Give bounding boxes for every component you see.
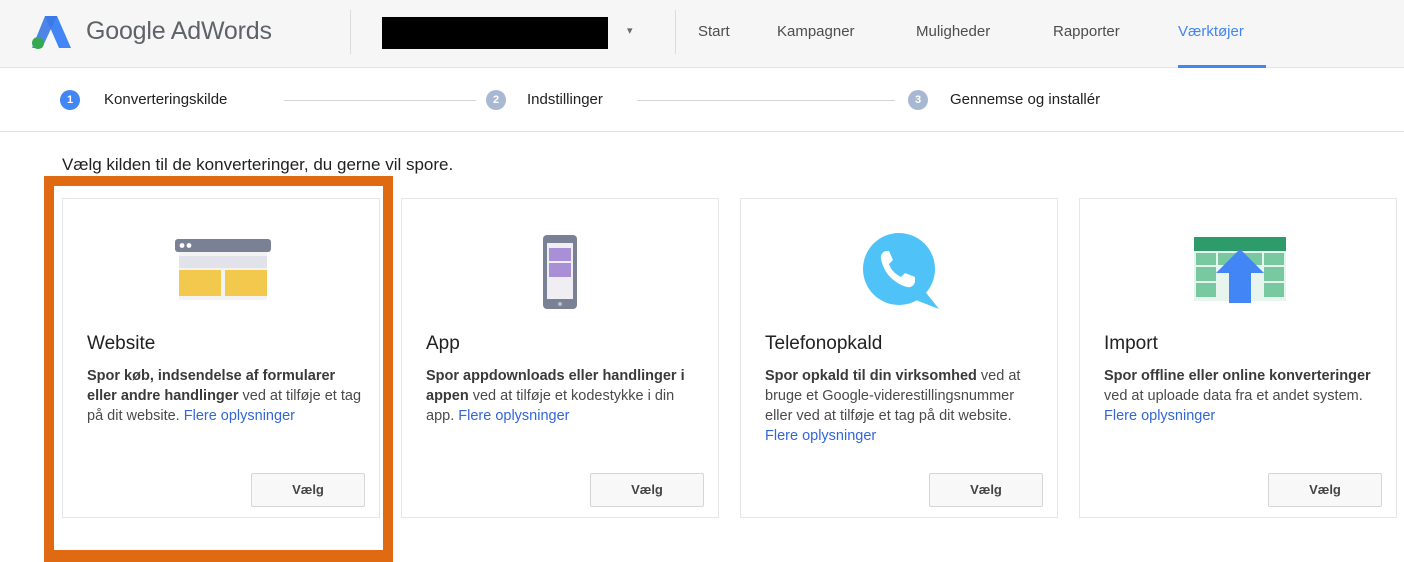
card-description: Spor opkald til din virksomhed ved at br… bbox=[765, 366, 1045, 446]
browser-window-icon bbox=[63, 229, 379, 309]
card-desc-bold: Spor offline eller online konverteringer bbox=[1104, 368, 1371, 384]
card-title: App bbox=[426, 333, 460, 354]
step-1-number: 1 bbox=[60, 90, 80, 110]
select-import-button[interactable]: Vælg bbox=[1268, 473, 1382, 507]
nav-kampagner[interactable]: Kampagner bbox=[777, 0, 855, 68]
progress-stepper: 1 Konverteringskilde 2 Indstillinger 3 G… bbox=[0, 68, 1404, 132]
step-1-label: Konverteringskilde bbox=[104, 91, 228, 108]
step-2-number: 2 bbox=[486, 90, 506, 110]
step-connector bbox=[284, 100, 476, 101]
brand-name[interactable]: Google AdWords bbox=[86, 17, 272, 46]
chevron-down-icon[interactable]: ▾ bbox=[627, 24, 633, 37]
card-title: Import bbox=[1104, 333, 1158, 354]
select-phone-call-button[interactable]: Vælg bbox=[929, 473, 1043, 507]
step-connector bbox=[637, 100, 895, 101]
step-3-number: 3 bbox=[908, 90, 928, 110]
card-website[interactable]: Website Spor køb, indsendelse af formula… bbox=[62, 198, 380, 518]
select-app-button[interactable]: Vælg bbox=[590, 473, 704, 507]
account-selector[interactable] bbox=[382, 17, 608, 49]
more-info-link[interactable]: Flere oplysninger bbox=[1104, 408, 1215, 424]
nav-muligheder[interactable]: Muligheder bbox=[916, 0, 990, 68]
card-desc-bold: Spor opkald til din virksomhed bbox=[765, 368, 977, 384]
card-title: Website bbox=[87, 333, 156, 354]
mobile-phone-icon bbox=[402, 229, 718, 309]
nav-rapporter[interactable]: Rapporter bbox=[1053, 0, 1120, 68]
card-description: Spor appdownloads eller handlinger i app… bbox=[426, 366, 706, 426]
more-info-link[interactable]: Flere oplysninger bbox=[765, 428, 876, 444]
card-app[interactable]: App Spor appdownloads eller handlinger i… bbox=[401, 198, 719, 518]
instruction-text: Vælg kilden til de konverteringer, du ge… bbox=[62, 155, 454, 174]
step-2-label: Indstillinger bbox=[527, 91, 603, 108]
card-description: Spor offline eller online konverteringer… bbox=[1104, 366, 1384, 426]
step-3-label: Gennemse og installér bbox=[950, 91, 1101, 108]
more-info-link[interactable]: Flere oplysninger bbox=[184, 408, 295, 424]
nav-vaerktoejer[interactable]: Værktøjer bbox=[1178, 0, 1266, 68]
card-desc-text: ved at uploade data fra et andet system. bbox=[1104, 388, 1363, 404]
card-title: Telefonopkald bbox=[765, 333, 883, 354]
nav-start[interactable]: Start bbox=[698, 0, 730, 68]
adwords-logo-icon bbox=[32, 16, 71, 49]
card-phone-call[interactable]: Telefonopkald Spor opkald til din virkso… bbox=[740, 198, 1058, 518]
phone-call-bubble-icon bbox=[741, 229, 1057, 309]
spreadsheet-upload-icon bbox=[1080, 229, 1396, 309]
card-import[interactable]: Import Spor offline eller online konvert… bbox=[1079, 198, 1397, 518]
more-info-link[interactable]: Flere oplysninger bbox=[458, 408, 569, 424]
header-divider bbox=[350, 10, 351, 54]
header-divider bbox=[675, 10, 676, 54]
top-bar: Google AdWords ▾ Start Kampagner Mulighe… bbox=[0, 0, 1404, 68]
select-website-button[interactable]: Vælg bbox=[251, 473, 365, 507]
card-description: Spor køb, indsendelse af formularer elle… bbox=[87, 366, 367, 426]
